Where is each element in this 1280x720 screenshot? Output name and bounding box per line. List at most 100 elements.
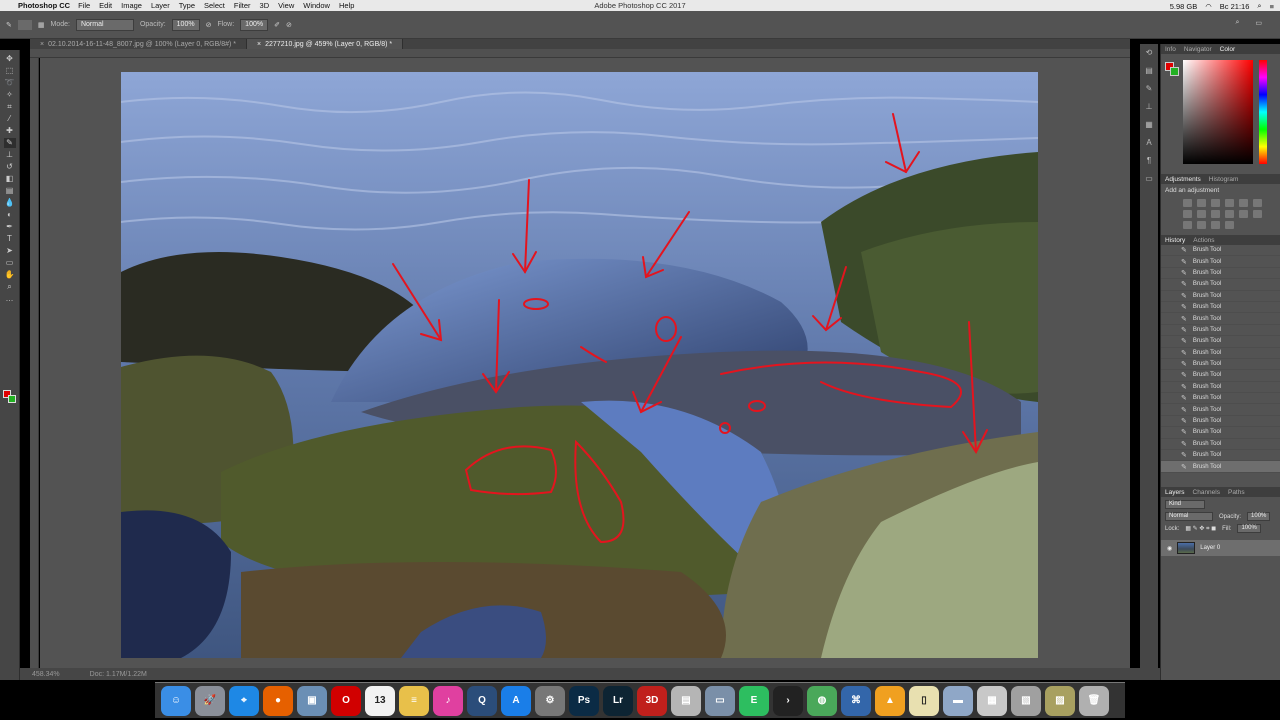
tab-info[interactable]: Info — [1165, 46, 1176, 53]
dock-preview-icon[interactable]: ▣ — [297, 685, 327, 716]
dock-system-preferences-icon[interactable]: ⚙ — [535, 685, 565, 716]
menu-select[interactable]: Select — [204, 1, 225, 10]
dock-remote-desktop-icon[interactable]: ⌘ — [841, 685, 871, 716]
dock-opera-icon[interactable]: O — [331, 685, 361, 716]
menu-edit[interactable]: Edit — [99, 1, 112, 10]
zoom-level[interactable]: 458.34% — [32, 671, 60, 678]
blend-mode-select[interactable]: Normal — [1165, 512, 1213, 521]
eraser-tool-icon[interactable]: ◧ — [4, 174, 16, 184]
flow-field[interactable]: 100% — [240, 18, 269, 31]
dock-globe-icon[interactable]: ◍ — [807, 685, 837, 716]
dock-quicktime-icon[interactable]: Q — [467, 685, 497, 716]
app-menu[interactable]: Photoshop CC — [18, 1, 70, 10]
dock-image-capture-icon[interactable]: ▭ — [705, 685, 735, 716]
history-item[interactable]: ✎ Brush Tool — [1161, 313, 1280, 325]
visibility-eye-icon[interactable]: ◉ — [1167, 545, 1172, 552]
quick-select-tool-icon[interactable]: ✧ — [4, 90, 16, 100]
opacity-field[interactable]: 100% — [171, 18, 200, 31]
menu-type[interactable]: Type — [179, 1, 195, 10]
brush-settings-icon[interactable]: ▦ — [38, 21, 45, 29]
brush-preset-picker[interactable] — [17, 19, 32, 30]
dock-itunes-icon[interactable]: ♪ — [433, 685, 463, 716]
properties-panel-icon[interactable]: ▤ — [1145, 66, 1153, 75]
background-color-swatch[interactable] — [8, 395, 16, 403]
dock-vlc-icon[interactable]: ▲ — [875, 685, 905, 716]
doc-size[interactable]: Doc: 1.17M/1.22M — [90, 671, 147, 678]
menu-image[interactable]: Image — [121, 1, 142, 10]
tab-channels[interactable]: Channels — [1193, 489, 1220, 496]
hue-slider[interactable] — [1259, 60, 1267, 164]
history-item[interactable]: ✎ Brush Tool — [1161, 279, 1280, 291]
menu-window[interactable]: Window — [303, 1, 330, 10]
threshold-icon[interactable] — [1197, 221, 1206, 229]
vertical-ruler[interactable] — [30, 58, 39, 668]
dock-downloads-icon[interactable]: ▬ — [943, 685, 973, 716]
dock-3dnews-icon[interactable]: 3D — [637, 685, 667, 716]
dock-app-store-icon[interactable]: A — [501, 685, 531, 716]
tab-color[interactable]: Color — [1220, 46, 1236, 53]
tab-adjustments[interactable]: Adjustments — [1165, 176, 1201, 183]
tab-layers[interactable]: Layers — [1165, 489, 1185, 496]
levels-icon[interactable] — [1197, 199, 1206, 207]
hand-tool-icon[interactable]: ✋ — [4, 270, 16, 280]
wifi-icon[interactable]: ◠ — [1205, 2, 1212, 11]
photo-filter-icon[interactable] — [1211, 210, 1220, 218]
clone-source-icon[interactable]: ⊥ — [1146, 102, 1153, 111]
history-item[interactable]: ✎ Brush Tool — [1161, 382, 1280, 394]
menu-filter[interactable]: Filter — [234, 1, 251, 10]
history-item[interactable]: ✎ Brush Tool — [1161, 245, 1280, 257]
workspace-icon[interactable]: ▭ — [1255, 19, 1262, 27]
history-item[interactable]: ✎ Brush Tool — [1161, 348, 1280, 359]
menu-list-icon[interactable]: ≡ — [1270, 2, 1274, 11]
dock-photos-icon[interactable]: ▤ — [671, 685, 701, 716]
healing-tool-icon[interactable]: ✚ — [4, 126, 16, 136]
search-icon[interactable]: ⌕ — [1235, 19, 1239, 27]
tab-document-1[interactable]: × 02.10.2014-16-11-48_8007.jpg @ 100% (L… — [30, 39, 248, 49]
menu-layer[interactable]: Layer — [151, 1, 170, 10]
curves-icon[interactable] — [1211, 199, 1220, 207]
history-item[interactable]: ✎ Brush Tool — [1161, 427, 1280, 439]
more-tools-icon[interactable]: … — [4, 294, 16, 304]
history-item[interactable]: ✎ Brush Tool — [1161, 359, 1280, 371]
pressure-opacity-icon[interactable]: ⊘ — [206, 21, 212, 29]
history-item[interactable]: ✎ Brush Tool — [1161, 393, 1280, 405]
dock-documents-icon[interactable]: ▯ — [909, 685, 939, 716]
dock-photoshop-icon[interactable]: Ps — [569, 685, 599, 716]
gradient-tool-icon[interactable]: ▤ — [4, 186, 16, 196]
channel-mixer-icon[interactable] — [1225, 210, 1234, 218]
dock-folder-icon[interactable]: ▦ — [977, 685, 1007, 716]
character-panel-icon[interactable]: A — [1146, 138, 1151, 147]
dock-trash-icon[interactable]: 🗑 — [1079, 685, 1109, 716]
tab-histogram[interactable]: Histogram — [1209, 176, 1239, 183]
memory-indicator[interactable]: 5.98 GB — [1170, 2, 1198, 11]
dock-firefox-icon[interactable]: ● — [263, 685, 293, 716]
exposure-icon[interactable] — [1225, 199, 1234, 207]
history-item[interactable]: ✎ Brush Tool — [1161, 325, 1280, 337]
tab-actions[interactable]: Actions — [1193, 237, 1214, 244]
history-panel-icon[interactable]: ⟲ — [1146, 48, 1153, 57]
brightness-icon[interactable] — [1183, 199, 1192, 207]
dock-launchpad-icon[interactable]: 🚀 — [195, 685, 225, 716]
layer-row[interactable]: ◉ Layer 0 — [1161, 540, 1280, 556]
history-item[interactable]: ✎ Brush Tool — [1161, 370, 1280, 382]
black-white-icon[interactable] — [1197, 210, 1206, 218]
shape-tool-icon[interactable]: ▭ — [4, 258, 16, 268]
clock[interactable]: Вс 21:16 — [1220, 2, 1250, 11]
dock-calendar-icon[interactable]: 13 — [365, 685, 395, 716]
pen-tool-icon[interactable]: ✒ — [4, 222, 16, 232]
pressure-size-icon[interactable]: ⊘ — [286, 21, 292, 29]
mode-select[interactable]: Normal — [75, 18, 134, 31]
posterize-icon[interactable] — [1183, 221, 1192, 229]
brush-tool-icon[interactable]: ✎ — [6, 21, 12, 29]
search-icon[interactable]: ⌕ — [1257, 1, 1261, 11]
stamp-tool-icon[interactable]: ⊥ — [4, 150, 16, 160]
dock-finder-icon[interactable]: ☺ — [161, 685, 191, 716]
horizontal-ruler[interactable] — [30, 49, 1130, 58]
menu-file[interactable]: File — [78, 1, 90, 10]
tab-document-2[interactable]: × 2277210.jpg @ 459% (Layer 0, RGB/8) * — [247, 39, 404, 49]
close-icon[interactable]: × — [257, 41, 261, 48]
lock-icon[interactable]: ▦ ✎ ✥ ⌗ ◼ — [1185, 525, 1216, 533]
paragraph-panel-icon[interactable]: ¶ — [1147, 156, 1151, 165]
airbrush-icon[interactable]: ✐ — [274, 21, 280, 29]
crop-tool-icon[interactable]: ⌗ — [4, 102, 16, 112]
